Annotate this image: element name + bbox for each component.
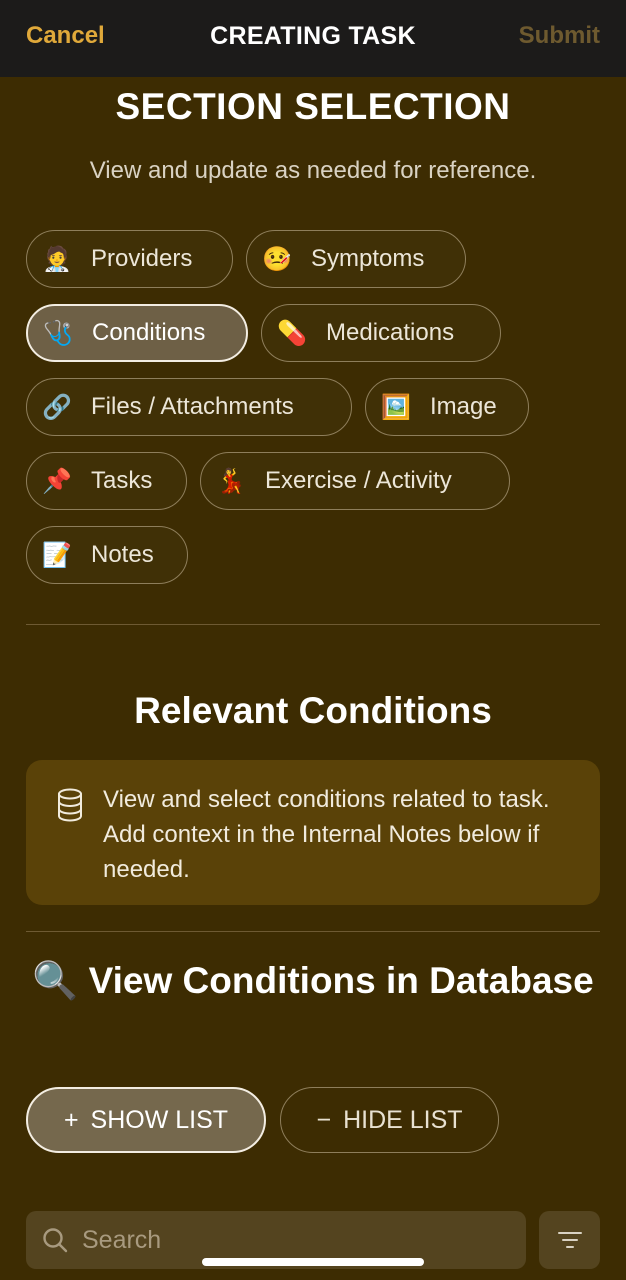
chip-files-attachments[interactable]: 🔗 Files / Attachments <box>26 378 352 436</box>
divider <box>26 624 600 625</box>
info-text: View and select conditions related to ta… <box>103 786 550 883</box>
chip-conditions[interactable]: 🩺 Conditions <box>26 304 248 362</box>
search-input[interactable] <box>80 1224 484 1256</box>
chip-tasks[interactable]: 📌 Tasks <box>26 452 187 510</box>
database-icon <box>58 788 82 822</box>
view-conditions-title: 🔍 View Conditions in Database <box>0 958 626 1003</box>
chip-medications[interactable]: 💊 Medications <box>261 304 501 362</box>
search-icon <box>43 1228 68 1253</box>
home-indicator[interactable] <box>202 1258 424 1266</box>
chip-symptoms[interactable]: 🤒 Symptoms <box>246 230 466 288</box>
sick-face-icon: 🤒 <box>262 245 292 273</box>
filter-icon <box>557 1232 582 1248</box>
stethoscope-icon: 🩺 <box>43 319 73 347</box>
hide-list-button[interactable]: − HIDE LIST <box>280 1087 499 1153</box>
show-list-label: SHOW LIST <box>90 1105 229 1134</box>
hide-list-label: HIDE LIST <box>343 1105 463 1134</box>
framed-picture-icon: 🖼️ <box>381 393 411 421</box>
section-selection-title: SECTION SELECTION <box>115 86 511 127</box>
chip-label: Conditions <box>92 319 206 346</box>
chip-image[interactable]: 🖼️ Image <box>365 378 529 436</box>
divider <box>26 931 600 932</box>
filter-button[interactable] <box>539 1211 600 1269</box>
info-callout: View and select conditions related to ta… <box>26 760 600 905</box>
plus-icon: + <box>63 1105 79 1134</box>
memo-icon: 📝 <box>42 541 72 569</box>
chip-notes[interactable]: 📝 Notes <box>26 526 188 584</box>
chip-label: Medications <box>326 319 455 346</box>
dancer-icon: 💃 <box>216 467 246 495</box>
show-list-button[interactable]: + SHOW LIST <box>26 1087 266 1153</box>
top-nav-bar: Cancel CREATING TASK Submit <box>0 0 626 77</box>
submit-button[interactable]: Submit <box>519 22 600 50</box>
chip-label: Exercise / Activity <box>265 467 452 494</box>
magnifying-glass-icon: 🔍 <box>32 960 79 1001</box>
link-icon: 🔗 <box>42 393 72 421</box>
health-worker-icon: 🧑‍⚕️ <box>42 245 72 273</box>
section-selection-subtitle: View and update as needed for reference. <box>89 157 537 184</box>
chip-label: Notes <box>91 541 154 568</box>
chip-label: Providers <box>91 245 193 272</box>
pill-icon: 💊 <box>277 319 307 347</box>
chip-label: Tasks <box>91 467 153 494</box>
view-conditions-label: View Conditions in Database <box>88 960 594 1001</box>
minus-icon: − <box>316 1105 332 1134</box>
chip-providers[interactable]: 🧑‍⚕️ Providers <box>26 230 233 288</box>
chip-label: Files / Attachments <box>91 393 294 420</box>
chip-label: Image <box>430 393 497 420</box>
chip-label: Symptoms <box>311 245 425 272</box>
relevant-conditions-title: Relevant Conditions <box>134 690 492 731</box>
chip-exercise-activity[interactable]: 💃 Exercise / Activity <box>200 452 510 510</box>
pushpin-icon: 📌 <box>42 467 72 495</box>
